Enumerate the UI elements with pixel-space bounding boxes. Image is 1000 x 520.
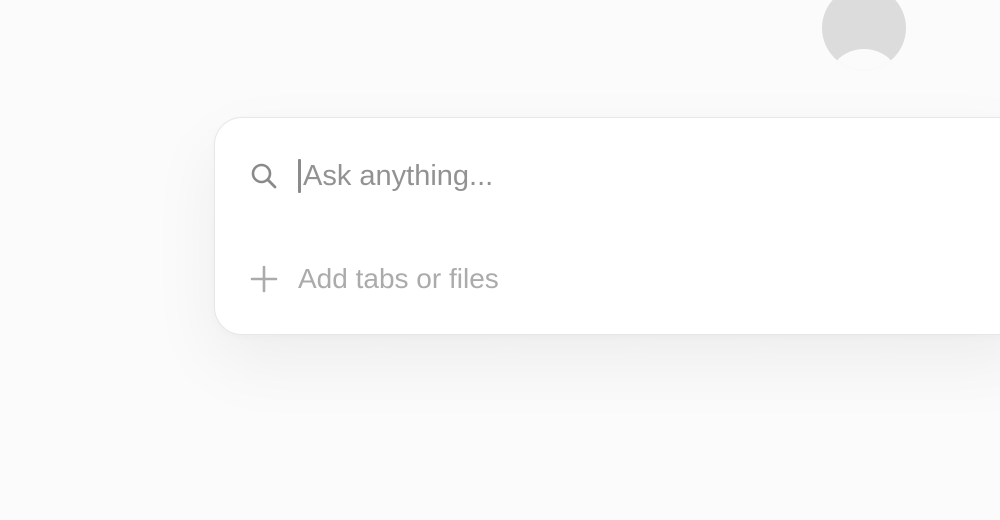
plus-icon: [249, 264, 279, 294]
avatar-shoulder-shape: [826, 49, 902, 70]
add-tabs-or-files-button[interactable]: Add tabs or files: [249, 261, 499, 297]
ask-input[interactable]: [303, 159, 863, 193]
add-tabs-or-files-label: Add tabs or files: [298, 263, 499, 294]
search-icon: [249, 161, 279, 191]
text-caret: [298, 159, 301, 193]
avatar[interactable]: [822, 0, 906, 70]
ask-panel: Add tabs or files: [214, 117, 1000, 335]
search-row: [249, 158, 863, 194]
